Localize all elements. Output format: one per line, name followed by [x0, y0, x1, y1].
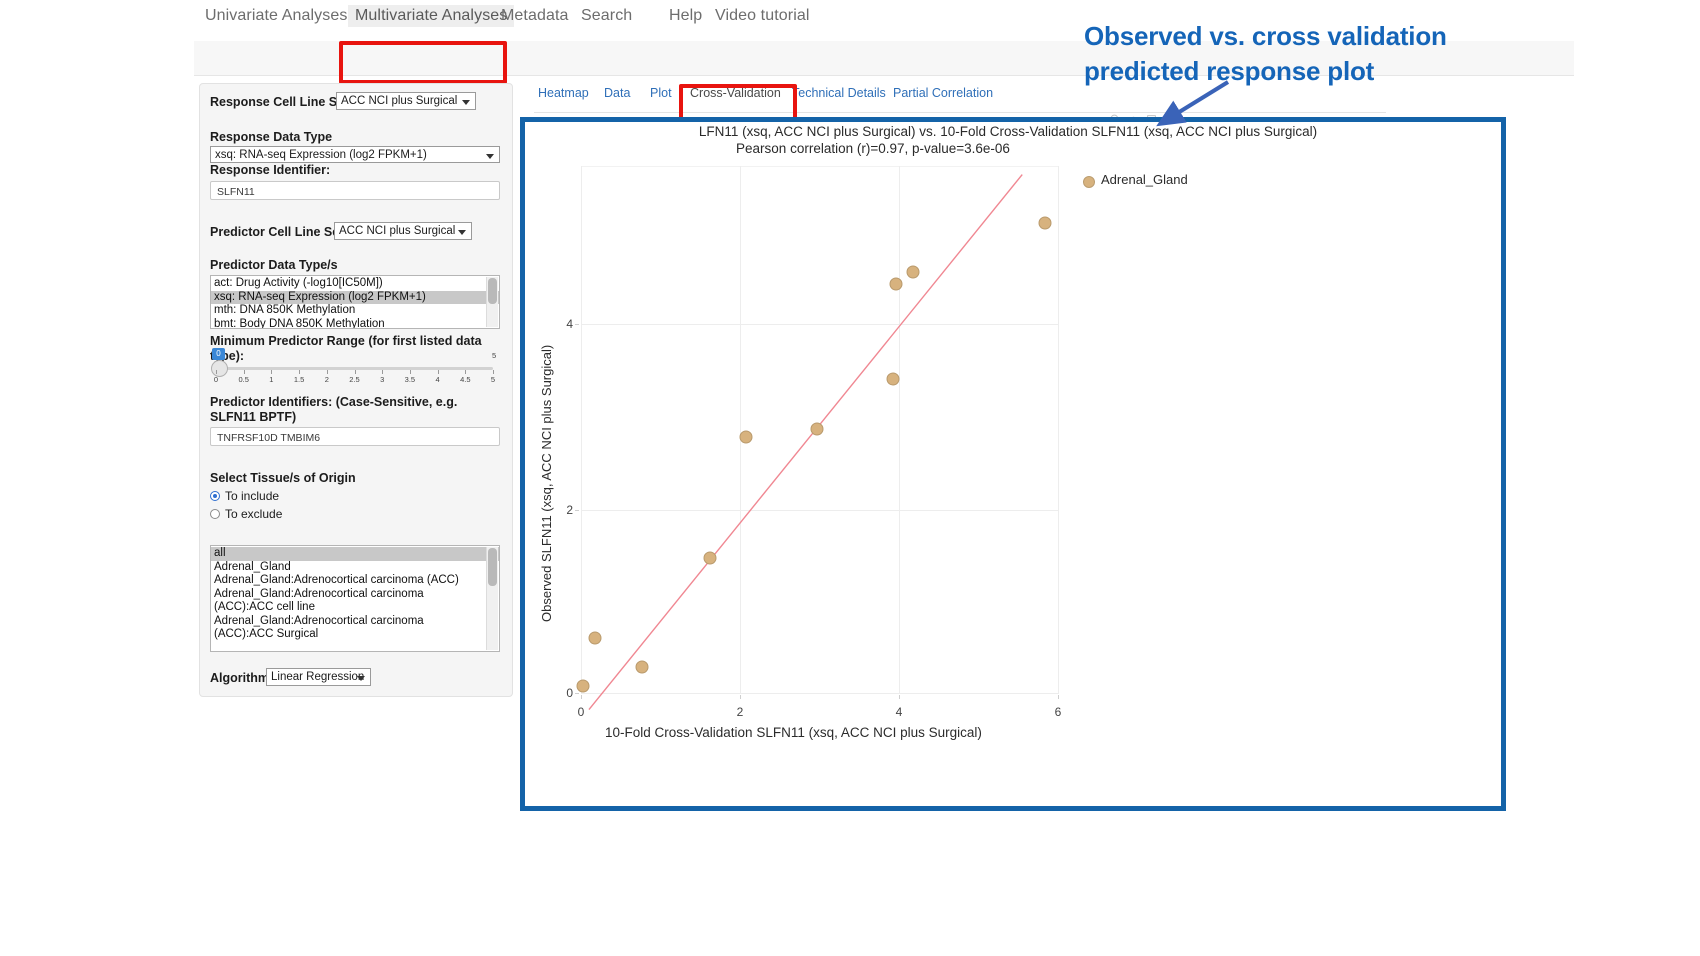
slider-tick-label: 5	[491, 375, 495, 384]
listbox-option[interactable]: all	[211, 547, 499, 561]
x-axis-label: 10-Fold Cross-Validation SLFN11 (xsq, AC…	[605, 725, 982, 740]
tabbar-divider	[534, 112, 1386, 113]
slider-tick-label: 2.5	[349, 375, 359, 384]
tissue-of-origin-label: Select Tissue/s of Origin	[210, 471, 356, 486]
annotation-line-1: Observed vs. cross validation	[1084, 20, 1447, 53]
nav-item-metadata[interactable]: Metadata	[501, 7, 569, 25]
listbox-scrollbar[interactable]	[486, 547, 498, 650]
radio-icon[interactable]	[210, 509, 220, 519]
listbox-option[interactable]: act: Drug Activity (-log10[IC50M])	[211, 277, 499, 291]
nav-item-help[interactable]: Help	[669, 7, 702, 25]
slider-tick-label: 3	[380, 375, 384, 384]
nav-item-video-tutorial[interactable]: Video tutorial	[715, 7, 810, 25]
predictor-data-types-listbox[interactable]: act: Drug Activity (-log10[IC50M]) xsq: …	[210, 275, 500, 329]
min-predictor-range-label: Minimum Predictor Range (for first liste…	[210, 334, 510, 364]
predictor-data-types-label: Predictor Data Type/s	[210, 258, 338, 273]
legend-label: Adrenal_Gland	[1101, 172, 1188, 187]
scatter-point[interactable]	[907, 266, 920, 279]
cross-validation-plot: LFN11 (xsq, ACC NCI plus Surgical) vs. 1…	[520, 117, 1506, 811]
algorithm-label: Algorithm	[210, 671, 269, 686]
algorithm-select[interactable]: Linear Regression	[266, 668, 371, 686]
predictor-cell-line-set-label: Predictor Cell Line Set	[210, 225, 343, 240]
response-cell-line-set-label: Response Cell Line Set	[210, 95, 348, 110]
plot-canvas: LFN11 (xsq, ACC NCI plus Surgical) vs. 1…	[525, 122, 1501, 806]
scatter-point[interactable]	[886, 373, 899, 386]
response-identifier-label: Response Identifier:	[210, 163, 330, 178]
listbox-option[interactable]: Adrenal_Gland:Adrenocortical carcinoma (…	[211, 574, 499, 588]
response-data-type-label: Response Data Type	[210, 130, 332, 145]
radio-to-include[interactable]: To include	[210, 489, 279, 503]
app-root: Univariate Analyses Multivariate Analyse…	[0, 0, 1700, 956]
scatter-point[interactable]	[576, 679, 589, 692]
tab-heatmap[interactable]: Heatmap	[538, 86, 589, 100]
slider-value-bubble: 0	[212, 348, 225, 360]
slider-tick-label: 1.5	[294, 375, 304, 384]
radio-label: To include	[225, 489, 279, 503]
tab-plot[interactable]: Plot	[650, 86, 672, 100]
slider-tick-label: 0	[214, 375, 218, 384]
nav-item-search[interactable]: Search	[581, 7, 632, 25]
legend-marker	[1083, 176, 1095, 188]
scatter-point[interactable]	[589, 631, 602, 644]
annotation-arrow	[1130, 78, 1240, 133]
listbox-option[interactable]: Adrenal_Gland	[211, 561, 499, 575]
slider-tick-label: 1	[269, 375, 273, 384]
radio-icon[interactable]	[210, 491, 220, 501]
tab-partial-correlation[interactable]: Partial Correlation	[893, 86, 993, 100]
listbox-option[interactable]: mth: DNA 850K Methylation	[211, 304, 499, 318]
scatter-point[interactable]	[889, 278, 902, 291]
slider-tick-label: 4.5	[460, 375, 470, 384]
scatter-point[interactable]	[636, 661, 649, 674]
listbox-scrollbar[interactable]	[486, 277, 498, 327]
radio-label: To exclude	[225, 507, 282, 521]
predictor-identifiers-input[interactable]: TNFRSF10D TMBIM6	[210, 427, 500, 446]
slider-tick-label: 2	[325, 375, 329, 384]
scatter-point[interactable]	[740, 430, 753, 443]
listbox-option[interactable]: bmt: Body DNA 850K Methylation	[211, 318, 499, 330]
y-axis-label: Observed SLFN11 (xsq, ACC NCI plus Surgi…	[539, 345, 554, 622]
tissue-listbox[interactable]: all Adrenal_Gland Adrenal_Gland:Adrenoco…	[210, 545, 500, 652]
scatter-point[interactable]	[811, 423, 824, 436]
slider-ticks: 0 0.5 1 1.5 2 2.5 3 3.5 4 4.5 5	[216, 370, 493, 386]
tab-cross-validation[interactable]: Cross-Validation	[690, 86, 781, 100]
nav-item-multivariate-analyses[interactable]: Multivariate Analyses	[348, 5, 514, 27]
radio-to-exclude[interactable]: To exclude	[210, 507, 282, 521]
scrollbar-thumb[interactable]	[488, 548, 497, 586]
predictor-identifiers-label: Predictor Identifiers: (Case-Sensitive, …	[210, 395, 500, 425]
predictor-cell-line-set-select[interactable]: ACC NCI plus Surgical	[334, 222, 472, 240]
response-data-type-select[interactable]: xsq: RNA-seq Expression (log2 FPKM+1)	[210, 146, 500, 163]
listbox-option[interactable]: Adrenal_Gland:Adrenocortical carcinoma (…	[211, 588, 483, 615]
tab-data[interactable]: Data	[604, 86, 630, 100]
response-cell-line-set-select[interactable]: ACC NCI plus Surgical	[336, 92, 476, 110]
slider-max-label: 5	[492, 351, 496, 360]
slider-tick-label: 4	[436, 375, 440, 384]
slider-tick-label: 0.5	[238, 375, 248, 384]
nav-item-univariate-analyses[interactable]: Univariate Analyses	[205, 7, 347, 25]
slider-tick-label: 3.5	[405, 375, 415, 384]
scatter-points	[525, 122, 1501, 806]
response-identifier-input[interactable]: SLFN11	[210, 181, 500, 200]
listbox-option[interactable]: Adrenal_Gland:Adrenocortical carcinoma (…	[211, 615, 483, 642]
scatter-point[interactable]	[703, 552, 716, 565]
scatter-point[interactable]	[1039, 216, 1052, 229]
scrollbar-thumb[interactable]	[488, 278, 497, 304]
plot-tabbar: Heatmap Data Plot Cross-Validation Techn…	[520, 86, 1520, 112]
tab-technical-details[interactable]: Technical Details	[792, 86, 886, 100]
listbox-option[interactable]: xsq: RNA-seq Expression (log2 FPKM+1)	[211, 291, 499, 305]
